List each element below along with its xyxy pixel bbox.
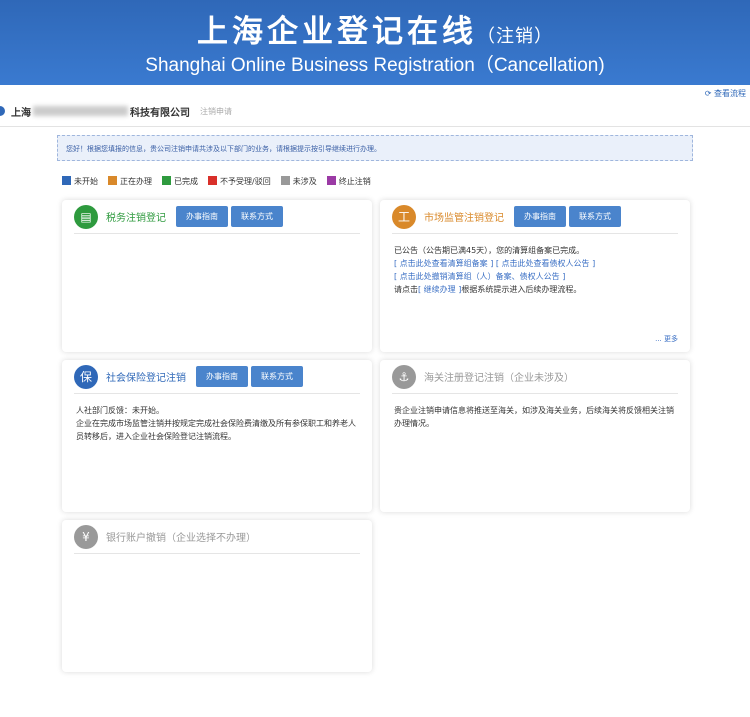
contact-button[interactable]: 联系方式: [569, 206, 621, 227]
legend-item: 已完成: [162, 176, 198, 187]
legend-item: 未开始: [62, 176, 98, 187]
legend-item: 正在办理: [108, 176, 152, 187]
contact-button[interactable]: 联系方式: [231, 206, 283, 227]
page-title: 上海企业登记在线（注销）: [0, 6, 750, 51]
card-tax: ▤ 税务注销登记 办事指南 联系方式: [62, 200, 372, 352]
status-text: 人社部门反馈：未开始。: [76, 406, 164, 415]
card-title: 市场监管注销登记: [424, 213, 504, 224]
description-text: 企业在完成市场监管注销并按规定完成社会保险费清缴及所有参保职工和养老人员转移后，…: [76, 419, 356, 441]
divider: [0, 126, 750, 127]
company-suffix: 科技有限公司: [130, 107, 190, 119]
company-prefix: 上海: [11, 107, 31, 119]
view-flow-link[interactable]: ⟳ 查看流程: [705, 88, 746, 99]
status-legend: 未开始 正在办理 已完成 不予受理/驳回 未涉及 终止注销: [62, 176, 371, 187]
legend-item: 未涉及: [280, 176, 317, 187]
money-bag-icon: ¥: [74, 524, 98, 549]
redacted-name: [33, 106, 128, 116]
revoke-filing-link[interactable]: 点击此处撤销清算组（人）备案、债权人公告: [400, 272, 560, 281]
guide-button[interactable]: 办事指南: [196, 366, 248, 387]
title-suffix: （注销）: [477, 26, 553, 47]
card-market: 工市场监管注销登记 办事指南 联系方式 已公告（公告期已满45天），您的清算组备案已…: [380, 200, 690, 352]
card-title: 税务注销登记: [106, 213, 166, 224]
company-sub: 注销申请: [200, 106, 232, 116]
marker-icon: [0, 106, 5, 116]
view-liquidation-link[interactable]: 点击此处查看清算组备案: [400, 259, 488, 268]
view-creditor-notice-link[interactable]: 点击此处查看债权人公告: [502, 259, 590, 268]
legend-item: 不予受理/驳回: [208, 176, 271, 187]
company-bar: 上海 科技有限公司 注销申请: [0, 102, 232, 120]
legend-item: 终止注销: [326, 176, 371, 187]
title-text: 上海企业登记在线: [197, 14, 477, 50]
card-customs: ⚓ 海关注册登记注销（企业未涉及） 贵企业注销申请信息将推送至海关，如涉及海关业务…: [380, 360, 690, 512]
continue-link[interactable]: 继续办理: [424, 285, 456, 294]
card-bank: ¥ 银行账户撤销（企业选择不办理）: [62, 520, 372, 672]
anchor-icon: ⚓: [392, 364, 416, 389]
more-link[interactable]: ... 更多: [655, 334, 678, 344]
card-title: 社会保险登记注销: [106, 373, 186, 384]
page-subtitle: Shanghai Online Business Registration（Ca…: [145, 55, 605, 76]
card-title: 海关注册登记注销（企业未涉及）: [424, 373, 574, 384]
description-text: 贵企业注销申请信息将推送至海关，如涉及海关业务，后续海关将反馈相关注销办理情况。: [394, 406, 674, 428]
view-flow-label: 查看流程: [714, 89, 746, 98]
guide-button[interactable]: 办事指南: [514, 206, 566, 227]
shield-badge-icon: 工: [392, 204, 416, 229]
card-title: 银行账户撤销（企业选择不办理）: [106, 533, 256, 544]
status-text: 已公告（公告期已满45天），您的清算组备案已完成。: [394, 246, 585, 255]
shield-icon: 保: [74, 364, 98, 389]
header-banner: 上海企业登记在线（注销） Shanghai Online Business Re…: [0, 0, 750, 85]
document-icon: ▤: [74, 204, 98, 229]
card-social: 保社会保险登记注销 办事指南 联系方式 人社部门反馈：未开始。企业在完成市场监管注销…: [62, 360, 372, 512]
notice-box: 您好！根据您填报的信息，贵公司注销申请共涉及以下部门的业务，请根据提示按引导继续…: [57, 135, 693, 161]
guide-button[interactable]: 办事指南: [176, 206, 228, 227]
contact-button[interactable]: 联系方式: [251, 366, 303, 387]
